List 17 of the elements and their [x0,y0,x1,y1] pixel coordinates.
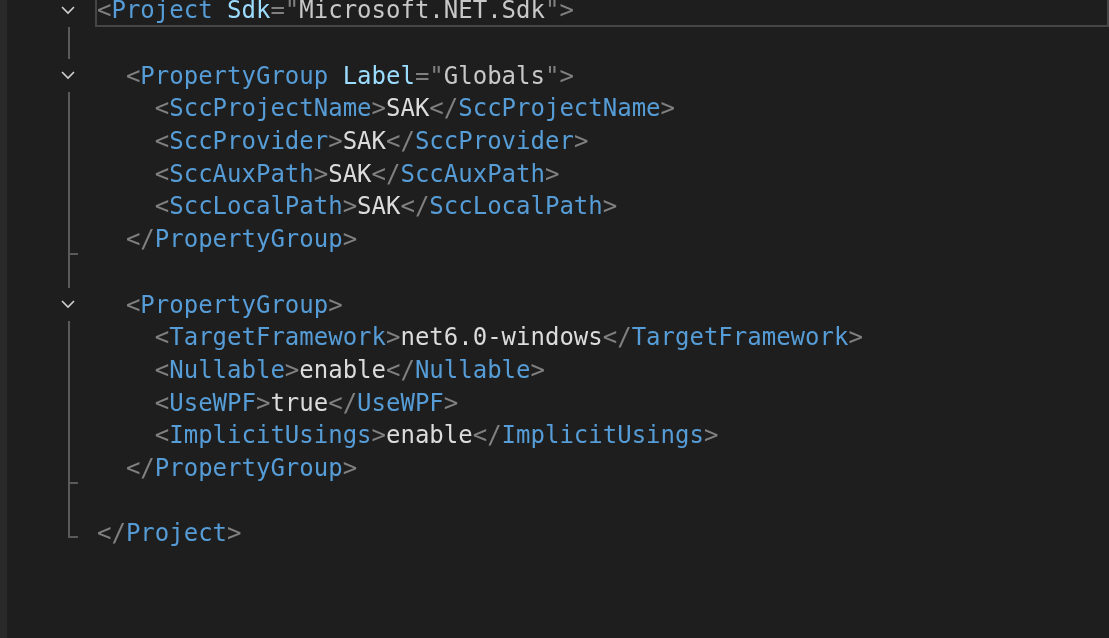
code-line: </PropertyGroup> [124,227,358,252]
chevron-down-icon[interactable] [60,4,76,16]
code-line: <UseWPF>true</UseWPF> [153,390,459,415]
code-line: <ImplicitUsings>enable</ImplicitUsings> [153,423,719,448]
code-line: <PropertyGroup> [124,292,343,317]
code-line: <SccLocalPath>SAK</SccLocalPath> [153,194,618,219]
chevron-down-icon[interactable] [60,69,76,82]
code-line: <SccProvider>SAK</SccProvider> [153,129,589,154]
code-line: <PropertyGroup Label="Globals"> [124,63,574,88]
code-line: </PropertyGroup> [124,455,358,480]
code-line: <SccAuxPath>SAK</SccAuxPath> [153,161,560,186]
code-line: </Project> [97,521,242,546]
code-line: <Nullable>enable</Nullable> [153,357,545,382]
code-line: <TargetFramework>net6.0-windows</TargetFramework> [153,325,863,350]
chevron-down-icon[interactable] [60,298,76,311]
code-line: <SccProjectName>SAK</SccProjectName> [153,96,675,121]
code-line: <Project Sdk="Microsoft.NET.Sdk"> [97,0,574,23]
